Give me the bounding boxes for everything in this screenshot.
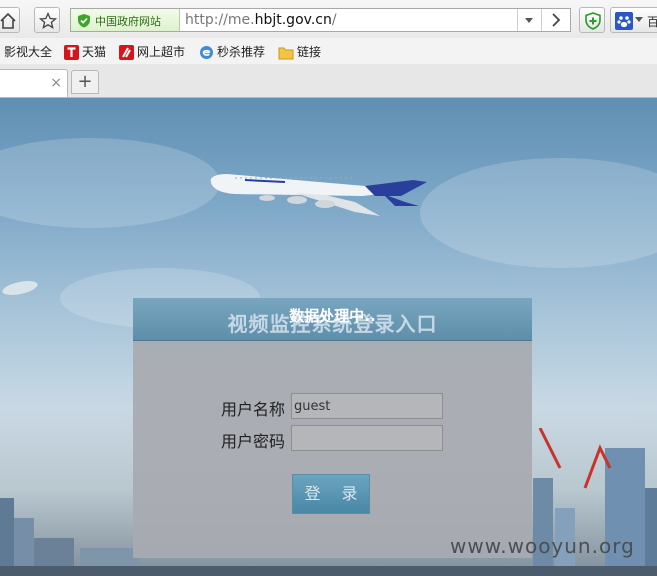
url-suffix: / xyxy=(331,12,337,28)
bookmark-label: 天猫 xyxy=(82,45,107,59)
home-icon xyxy=(0,12,16,29)
url-history-dropdown[interactable] xyxy=(517,9,540,31)
bookmark-label: 秒杀推荐 xyxy=(217,45,266,59)
shield-plus-icon xyxy=(585,12,601,30)
login-panel-header: 视频监控系统登录入口 数据处理中.. xyxy=(133,298,532,341)
bookmarks-bar: 影视大全 天猫 网上超市 秒杀推荐 链接 xyxy=(0,38,657,65)
background-cloud xyxy=(0,138,220,228)
processing-status: 数据处理中.. xyxy=(289,307,376,325)
supermarket-icon xyxy=(119,45,134,60)
bookmark-label: 链接 xyxy=(297,45,322,59)
home-button[interactable] xyxy=(0,7,20,33)
tab-strip: × + xyxy=(0,64,657,98)
address-bar[interactable]: 中国政府网站 http://me.hbjt.gov.cn/ xyxy=(70,8,571,32)
watermark: www.wooyun.org xyxy=(450,534,635,558)
tab-current[interactable]: × xyxy=(0,69,68,97)
paw-icon xyxy=(615,12,633,30)
chevron-right-icon xyxy=(552,13,561,27)
bookmark-item-online-supermarket[interactable]: 网上超市 xyxy=(119,43,186,60)
username-label: 用户名称 xyxy=(221,400,286,419)
bookmark-folder-links[interactable]: 链接 xyxy=(278,43,321,59)
folder-icon xyxy=(278,47,294,59)
site-badge-label: 中国政府网站 xyxy=(95,15,161,28)
password-label: 用户密码 xyxy=(221,432,286,451)
triangle-down-icon xyxy=(525,18,533,23)
search-engine-label: 百 xyxy=(647,15,657,29)
background-cloud xyxy=(420,158,657,268)
blimp-image xyxy=(2,281,38,295)
username-input[interactable] xyxy=(291,393,443,419)
url-domain: hbjt.gov.cn xyxy=(254,12,332,28)
browser-toolbar: 中国政府网站 http://me.hbjt.gov.cn/ 百 xyxy=(0,0,657,39)
url-text[interactable]: http://me.hbjt.gov.cn/ xyxy=(185,12,337,28)
tmall-icon xyxy=(64,45,79,60)
bookmark-item-flash-sale[interactable]: 秒杀推荐 xyxy=(199,43,265,59)
bookmark-item-tmall[interactable]: 天猫 xyxy=(64,43,107,60)
go-button[interactable] xyxy=(541,9,570,31)
triangle-down-icon xyxy=(635,17,643,22)
favorite-button[interactable] xyxy=(34,7,60,33)
airplane-image xyxy=(210,174,427,216)
bookmark-item-movies[interactable]: 影视大全 xyxy=(4,43,52,59)
login-panel: 视频监控系统登录入口 数据处理中.. 用户名称 用户密码 登 录 xyxy=(133,298,532,558)
security-guard-button[interactable] xyxy=(579,7,605,33)
site-identity-badge[interactable]: 中国政府网站 xyxy=(71,9,180,31)
search-engine-selector[interactable]: 百 xyxy=(610,7,657,33)
login-button[interactable]: 登 录 xyxy=(292,474,370,514)
verified-shield-icon xyxy=(78,14,90,28)
url-prefix: http://me. xyxy=(185,12,255,28)
bookmark-label: 影视大全 xyxy=(4,45,53,59)
bookmark-label: 网上超市 xyxy=(137,45,186,59)
page-viewport: 视频监控系统登录入口 数据处理中.. 用户名称 用户密码 登 录 www.woo… xyxy=(0,98,657,576)
ie-icon xyxy=(200,46,213,59)
password-input[interactable] xyxy=(291,425,443,451)
new-tab-button[interactable]: + xyxy=(71,70,99,94)
close-tab-icon[interactable]: × xyxy=(50,75,62,91)
star-icon xyxy=(39,12,57,29)
